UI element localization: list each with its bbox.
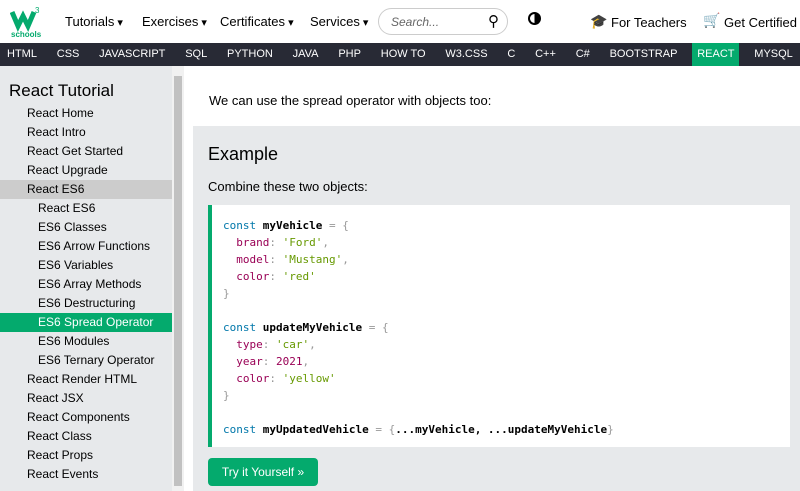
- nav-how-to[interactable]: HOW TO: [376, 43, 431, 66]
- nav-bootstrap[interactable]: BOOTSTRAP: [605, 43, 683, 66]
- example-title: Example: [208, 144, 279, 164]
- example-desc: Combine these two objects:: [208, 179, 368, 194]
- example-box: Example Combine these two objects: const…: [193, 126, 800, 491]
- svg-text:3: 3: [35, 6, 40, 15]
- sidebar-item[interactable]: ES6 Array Methods: [0, 275, 172, 294]
- sidebar-item[interactable]: React Events: [0, 465, 172, 484]
- nav-javascript[interactable]: JAVASCRIPT: [94, 43, 170, 66]
- menu-certificates[interactable]: Certificates: [220, 14, 294, 29]
- sidebar-item[interactable]: React Upgrade: [0, 161, 172, 180]
- search-placeholder: Search...: [391, 15, 440, 29]
- svg-text:schools: schools: [11, 30, 42, 38]
- sidebar-scrollbar[interactable]: [172, 66, 184, 491]
- nav-css[interactable]: CSS: [52, 43, 85, 66]
- sidebar-item[interactable]: React Props: [0, 446, 172, 465]
- topnav: HTML CSS JAVASCRIPT SQL PYTHON JAVA PHP HOW TO W…: [0, 43, 800, 66]
- for-teachers-link[interactable]: For Teachers: [611, 15, 687, 30]
- sidebar-item[interactable]: React Get Started: [0, 142, 172, 161]
- sidebar-item[interactable]: ES6 Arrow Functions: [0, 237, 172, 256]
- nav-python[interactable]: PYTHON: [222, 43, 278, 66]
- try-it-yourself-button[interactable]: Try it Yourself »: [208, 458, 318, 486]
- sidebar-item[interactable]: React ES6: [0, 199, 172, 218]
- dark-mode-toggle-icon[interactable]: [528, 12, 541, 25]
- sidebar-item[interactable]: ES6 Spread Operator: [0, 313, 172, 332]
- code-block: const myVehicle = { brand: 'Ford', model…: [208, 205, 790, 447]
- graduation-cap-icon: 🎓: [590, 13, 608, 29]
- search-input[interactable]: Search... ⚲: [378, 8, 508, 35]
- get-certified-link[interactable]: Get Certified: [724, 15, 797, 30]
- cart-icon: 🛒: [703, 12, 721, 28]
- sidebar-item[interactable]: ES6 Ternary Operator: [0, 351, 172, 370]
- nav-sql[interactable]: SQL: [180, 43, 212, 66]
- sidebar-item[interactable]: React Render HTML: [0, 370, 172, 389]
- main-content: We can use the spread operator with obje…: [184, 66, 800, 491]
- sidebar-item[interactable]: ES6 Variables: [0, 256, 172, 275]
- nav-w3-css[interactable]: W3.CSS: [440, 43, 492, 66]
- w3schools-logo[interactable]: 3 schools: [10, 6, 42, 38]
- sidebar-item[interactable]: ES6 Modules: [0, 332, 172, 351]
- scrollbar-thumb[interactable]: [174, 76, 182, 486]
- nav-mysql[interactable]: MYSQL: [749, 43, 798, 66]
- sidebar-item[interactable]: ES6 Classes: [0, 218, 172, 237]
- sidebar-item[interactable]: React ES6: [0, 180, 172, 199]
- sidebar: React Tutorial React Home React Intro Reac…: [0, 66, 172, 491]
- sidebar-item[interactable]: React Class: [0, 427, 172, 446]
- nav-html[interactable]: HTML: [2, 43, 42, 66]
- search-icon[interactable]: ⚲: [488, 12, 499, 30]
- sidebar-item[interactable]: React Components: [0, 408, 172, 427]
- header: 3 schools Tutorials Exercises Certificate…: [0, 0, 800, 43]
- nav-php[interactable]: PHP: [333, 43, 366, 66]
- nav-java[interactable]: JAVA: [288, 43, 324, 66]
- nav-react[interactable]: REACT: [692, 43, 740, 66]
- sidebar-item[interactable]: React Intro: [0, 123, 172, 142]
- nav-c[interactable]: C: [502, 43, 520, 66]
- nav-c++[interactable]: C++: [530, 43, 561, 66]
- menu-exercises[interactable]: Exercises: [142, 14, 207, 29]
- menu-services[interactable]: Services: [310, 14, 368, 29]
- sidebar-item[interactable]: React Home: [0, 104, 172, 123]
- intro-text: We can use the spread operator with obje…: [209, 93, 492, 108]
- sidebar-item[interactable]: React JSX: [0, 389, 172, 408]
- menu-tutorials[interactable]: Tutorials: [65, 14, 123, 29]
- sidebar-title: React Tutorial: [9, 81, 114, 100]
- nav-c#[interactable]: C#: [571, 43, 595, 66]
- sidebar-item[interactable]: ES6 Destructuring: [0, 294, 172, 313]
